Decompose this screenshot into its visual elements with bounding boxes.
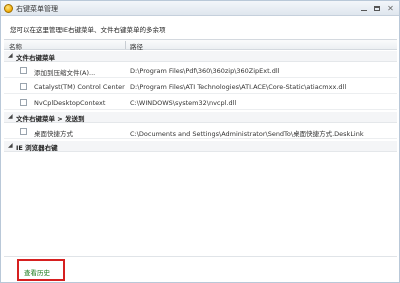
- item-name: NvCplDesktopContext: [34, 99, 106, 107]
- view-history-label: 查看历史: [24, 269, 50, 277]
- group-file-context-menu[interactable]: ◢ 文件右键菜单: [4, 51, 397, 62]
- group-ie-context-menu[interactable]: ◢ IE 浏览器右键: [4, 141, 397, 152]
- minimize-button[interactable]: [358, 3, 370, 13]
- collapse-triangle-icon[interactable]: ◢: [8, 52, 13, 59]
- collapse-triangle-icon[interactable]: ◢: [8, 142, 13, 149]
- description-text: 您可以在这里管理IE右键菜单、文件右键菜单的多余项: [10, 26, 166, 34]
- table-header: 名称 路径: [4, 39, 397, 51]
- column-header-path[interactable]: 路径: [130, 41, 143, 51]
- window-title: 右键菜单管理: [16, 5, 58, 13]
- item-name: 桌面快捷方式: [34, 130, 73, 138]
- column-divider[interactable]: [125, 41, 126, 49]
- footer-divider: [4, 256, 397, 257]
- item-path: C:\WINDOWS\system32\nvcpl.dll: [130, 99, 237, 107]
- list-item[interactable]: NvCplDesktopContext C:\WINDOWS\system32\…: [4, 96, 397, 110]
- app-logo-icon: [4, 4, 13, 13]
- title-bar: 右键菜单管理 ✕: [1, 1, 399, 16]
- close-button[interactable]: ✕: [384, 3, 397, 13]
- item-checkbox[interactable]: [20, 128, 27, 135]
- right-click-menu-manager-window: 右键菜单管理 ✕ 您可以在这里管理IE右键菜单、文件右键菜单的多余项 名称 路径…: [0, 0, 400, 283]
- item-path: D:\Program Files\Pdf\360\360zip\360ZipEx…: [130, 67, 280, 75]
- collapse-triangle-icon[interactable]: ◢: [8, 113, 13, 120]
- list-item[interactable]: 桌面快捷方式 C:\Documents and Settings\Adminis…: [4, 125, 397, 139]
- list-item[interactable]: Catalyst(TM) Control Center D:\Program F…: [4, 80, 397, 94]
- item-path: D:\Program Files\ATI Technologies\ATI.AC…: [130, 83, 347, 91]
- group-label: 文件右键菜单 > 发送到: [16, 115, 85, 123]
- item-checkbox[interactable]: [20, 67, 27, 74]
- item-name: Catalyst(TM) Control Center: [34, 83, 125, 91]
- group-send-to[interactable]: ◢ 文件右键菜单 > 发送到: [4, 112, 397, 123]
- group-label: IE 浏览器右键: [16, 144, 58, 152]
- close-icon: ✕: [387, 3, 394, 13]
- item-checkbox[interactable]: [20, 83, 27, 90]
- item-name: 添加到压缩文件(A)...: [34, 69, 96, 77]
- maximize-button[interactable]: [371, 3, 383, 13]
- group-label: 文件右键菜单: [16, 54, 55, 62]
- item-path: C:\Documents and Settings\Administrator\…: [130, 130, 364, 138]
- view-history-button[interactable]: 查看历史: [17, 259, 65, 281]
- maximize-icon: [374, 5, 380, 11]
- list-item[interactable]: 添加到压缩文件(A)... D:\Program Files\Pdf\360\3…: [4, 64, 397, 78]
- column-header-name[interactable]: 名称: [9, 41, 22, 51]
- item-checkbox[interactable]: [20, 99, 27, 106]
- minimize-icon: [361, 9, 367, 11]
